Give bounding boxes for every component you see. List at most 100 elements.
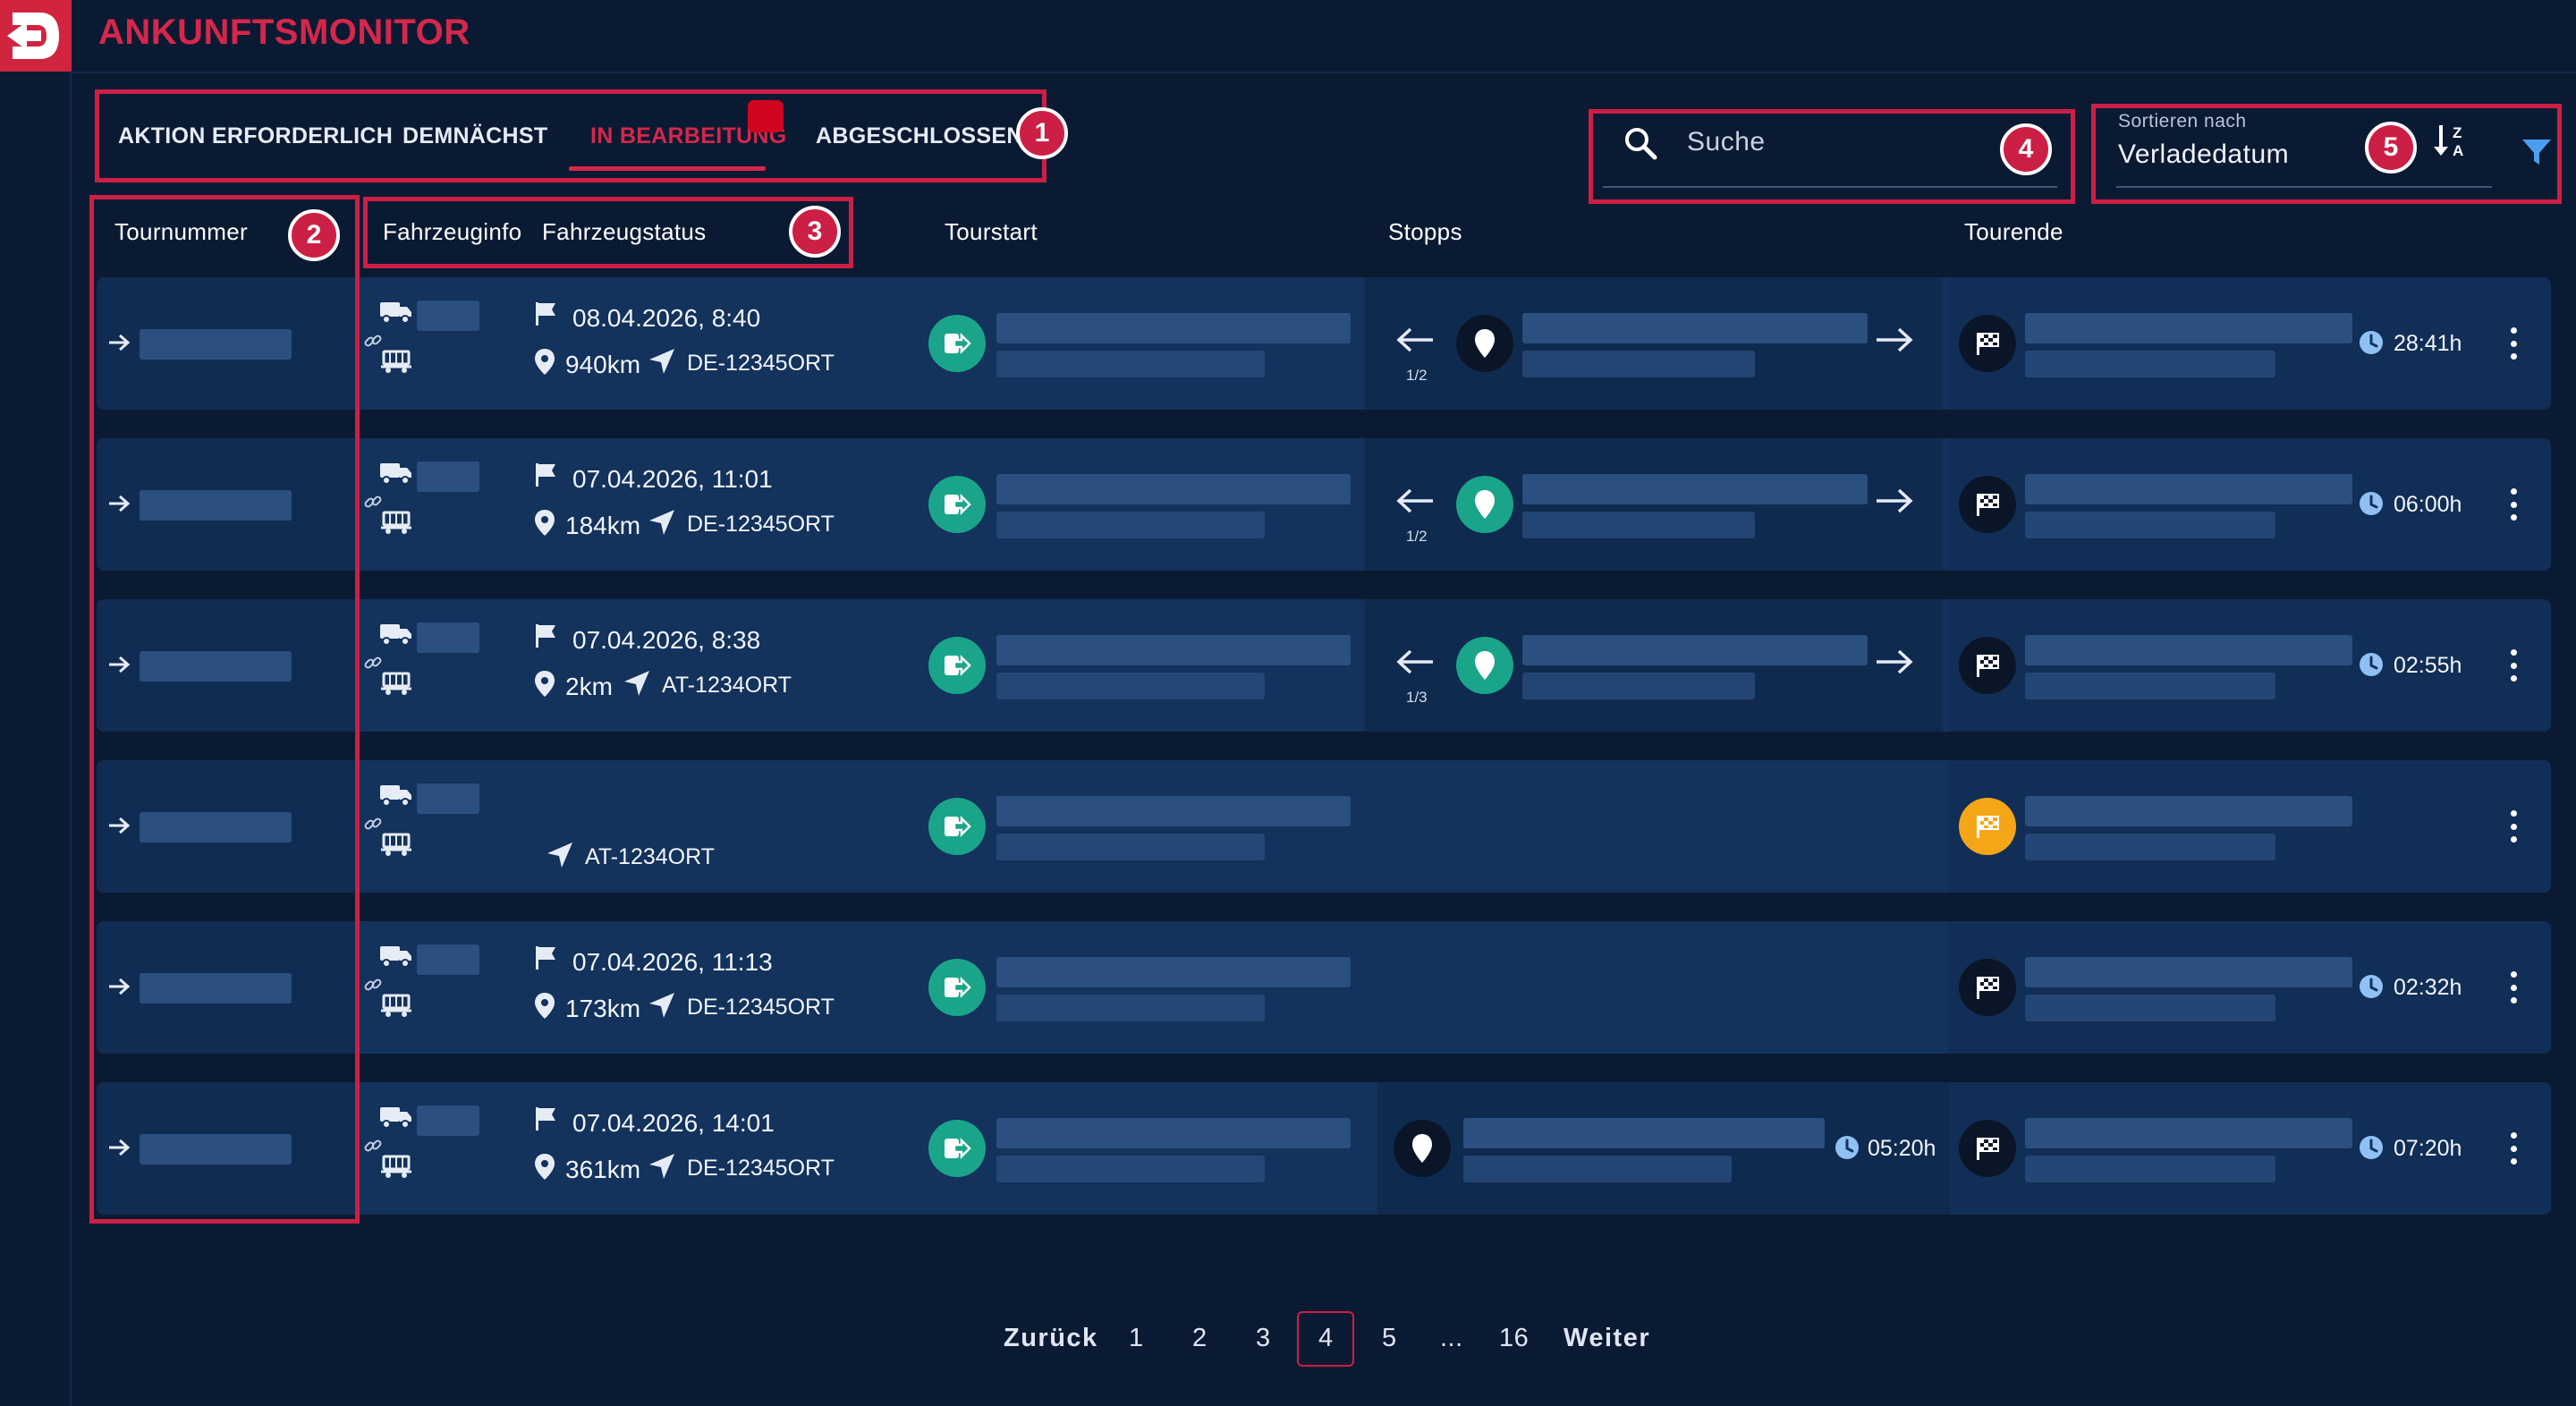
stopps-cell[interactable] <box>1365 599 1943 732</box>
stop-address <box>1522 474 1868 504</box>
next-stop-arrow-icon[interactable] <box>1875 648 1914 681</box>
trailer-icon <box>379 1154 413 1183</box>
more-options-icon[interactable] <box>2510 1132 2517 1165</box>
previous-stop-arrow-icon[interactable] <box>1395 648 1435 681</box>
pagination-page-3[interactable]: 3 <box>1256 1324 1271 1353</box>
logo-icon <box>7 13 59 59</box>
status-distance: 940km <box>565 351 641 378</box>
clock-icon <box>2358 329 2385 360</box>
tourende-cell[interactable] <box>1948 760 2551 893</box>
status-date: 07.04.2026, 14:01 <box>572 1109 775 1137</box>
stop-address-line2 <box>1522 673 1755 699</box>
clock-icon <box>2358 1134 2385 1165</box>
tourende-address <box>2025 1118 2352 1148</box>
more-options-icon[interactable] <box>2510 327 2517 360</box>
tourstart-address <box>996 474 1351 504</box>
trailer-icon <box>379 993 413 1022</box>
tourende-address-line2 <box>2025 1156 2275 1182</box>
stop-address <box>1522 635 1868 665</box>
clock-icon <box>2358 973 2385 1004</box>
column-header-tourende[interactable]: Tourende <box>1964 218 2063 246</box>
tourende-address-line2 <box>2025 351 2275 377</box>
tour-duration: 07:20h <box>2394 1136 2462 1161</box>
tourende-address <box>2025 635 2352 665</box>
stop-address-line2 <box>1522 351 1755 377</box>
location-pin-icon <box>533 991 556 1024</box>
next-stop-arrow-icon[interactable] <box>1875 487 1914 520</box>
tourstart-status-icon <box>928 476 986 533</box>
status-date: 08.04.2026, 8:40 <box>572 304 761 332</box>
tourstart-address <box>996 796 1351 826</box>
link-icon <box>363 653 383 677</box>
more-options-icon[interactable] <box>2510 488 2517 521</box>
annotation-marker-3: 3 <box>789 206 841 258</box>
navigation-icon <box>648 1152 676 1185</box>
status-location: DE-12345ORT <box>687 995 835 1020</box>
left-rail <box>0 0 72 1406</box>
trailer-icon <box>379 510 413 539</box>
checkered-flag-icon <box>1959 637 2016 694</box>
stop-address <box>1463 1118 1825 1148</box>
location-pin-icon <box>533 347 556 380</box>
stop-pin-icon <box>1456 476 1513 533</box>
annotation-box-tournummer <box>89 195 360 1224</box>
pagination-next-button[interactable]: Weiter <box>1563 1324 1650 1353</box>
pagination-page-2[interactable]: 2 <box>1192 1324 1208 1353</box>
status-distance: 361km <box>565 1156 641 1183</box>
clock-icon <box>2358 651 2385 682</box>
stopps-cell[interactable] <box>1365 277 1943 410</box>
tourstart-address-line2 <box>996 512 1265 538</box>
tourstart-status-icon <box>928 315 986 372</box>
location-pin-icon <box>533 669 556 702</box>
status-location: DE-12345ORT <box>687 512 835 537</box>
truck-icon <box>379 621 413 652</box>
flag-icon <box>533 623 558 654</box>
previous-stop-arrow-icon[interactable] <box>1395 326 1435 359</box>
column-header-tourstart[interactable]: Tourstart <box>945 218 1038 246</box>
app-logo[interactable] <box>0 0 72 72</box>
status-date: 07.04.2026, 8:38 <box>572 626 761 654</box>
link-icon <box>363 814 383 838</box>
previous-stop-arrow-icon[interactable] <box>1395 487 1435 520</box>
annotation-box-tabs <box>95 89 1046 182</box>
pagination-page-4[interactable]: 4 <box>1318 1324 1334 1353</box>
status-location: DE-12345ORT <box>687 351 835 376</box>
tourende-address <box>2025 796 2352 826</box>
annotation-box-sort <box>2091 104 2562 204</box>
tourende-address-line2 <box>2025 834 2275 860</box>
tourstart-address <box>996 957 1351 987</box>
tourstart-address-line2 <box>996 995 1265 1021</box>
status-distance: 2km <box>565 673 613 700</box>
vehicle-plate <box>417 944 479 975</box>
checkered-flag-icon <box>1959 959 2016 1016</box>
truck-icon <box>379 782 413 813</box>
pagination-page-16[interactable]: 16 <box>1499 1324 1529 1353</box>
more-options-icon[interactable] <box>2510 649 2517 682</box>
checkered-flag-icon <box>1959 1120 2016 1177</box>
more-options-icon[interactable] <box>2510 971 2517 1004</box>
pagination-page-1[interactable]: 1 <box>1129 1324 1144 1353</box>
tourstart-address <box>996 1118 1351 1148</box>
status-distance: 184km <box>565 512 641 539</box>
annotation-marker-4: 4 <box>2000 123 2052 175</box>
vehicle-plate <box>417 783 479 814</box>
navigation-icon <box>648 347 676 380</box>
link-icon <box>363 1136 383 1160</box>
next-stop-arrow-icon[interactable] <box>1875 326 1914 359</box>
stop-index: 1/3 <box>1406 689 1428 706</box>
more-options-icon[interactable] <box>2510 810 2517 843</box>
tour-duration: 06:00h <box>2394 492 2462 517</box>
pagination-prev-button[interactable]: Zurück <box>1004 1324 1098 1353</box>
pagination-page-5[interactable]: 5 <box>1382 1324 1397 1353</box>
annotation-marker-5: 5 <box>2365 122 2417 174</box>
tourstart-status-icon <box>928 798 986 855</box>
tourende-address-line2 <box>2025 995 2275 1021</box>
flag-icon <box>533 944 558 976</box>
stopps-cell[interactable] <box>1365 438 1943 571</box>
column-header-stopps[interactable]: Stopps <box>1388 218 1462 246</box>
stopps-cell[interactable] <box>1377 1082 1950 1215</box>
clock-icon <box>1834 1134 1860 1165</box>
tourende-address <box>2025 957 2352 987</box>
navigation-icon <box>546 841 574 874</box>
status-distance: 173km <box>565 995 641 1022</box>
